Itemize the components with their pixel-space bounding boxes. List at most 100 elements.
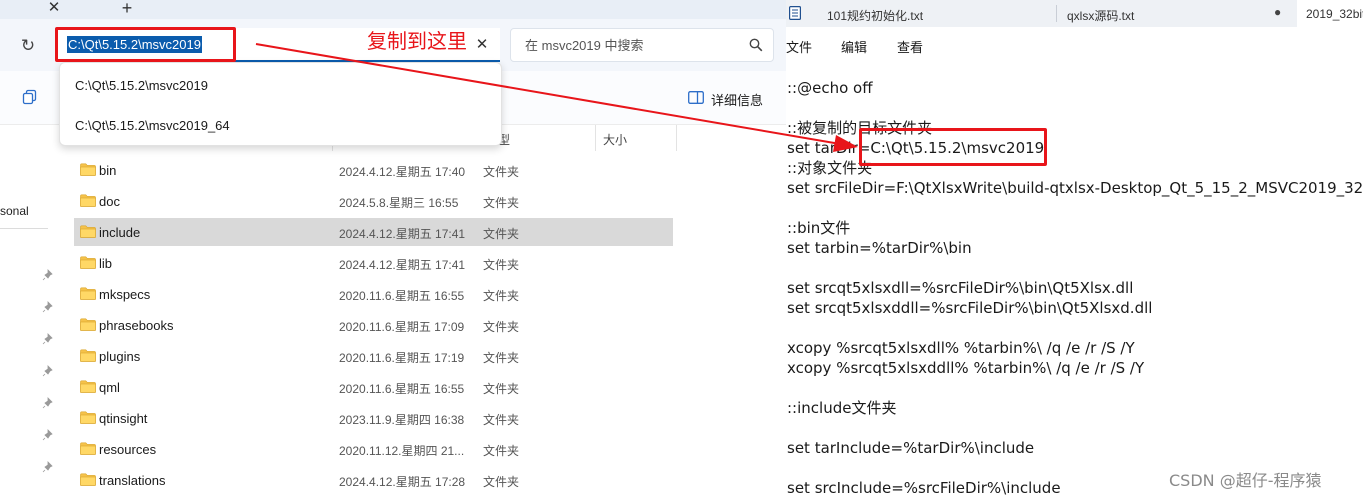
menu-edit[interactable]: 编辑: [841, 37, 867, 56]
suggestion-label: C:\Qt\5.15.2\msvc2019_64: [75, 118, 230, 133]
notepad-menu-bar: 文件 编辑 查看: [786, 27, 1363, 62]
text-line: [787, 98, 1363, 118]
search-input[interactable]: 在 msvc2019 中搜索: [510, 28, 774, 62]
refresh-icon[interactable]: ↻: [16, 36, 40, 56]
new-tab-icon[interactable]: +: [114, 0, 140, 18]
column-header-size[interactable]: 大小: [603, 131, 627, 148]
column-divider[interactable]: [595, 125, 596, 151]
file-row[interactable]: qtinsight 2023.11.9.星期四 16:38 文件夹: [74, 404, 673, 432]
pin-icon[interactable]: [42, 429, 54, 441]
file-row-date: 2020.11.6.星期五 16:55: [339, 382, 465, 396]
folder-icon: [80, 473, 96, 486]
suggestion-item[interactable]: C:\Qt\5.15.2\msvc2019_64: [60, 109, 501, 141]
nav-item-personal[interactable]: sonal: [0, 204, 29, 218]
file-row-name: qml: [99, 380, 120, 395]
file-row-date: 2024.4.12.星期五 17:40: [339, 165, 466, 179]
folder-icon: [80, 442, 96, 455]
file-row[interactable]: resources 2020.11.12.星期四 21... 文件夹: [74, 435, 673, 463]
file-row-date: 2024.4.12.星期五 17:28: [339, 475, 466, 489]
search-placeholder: 在 msvc2019 中搜索: [525, 38, 644, 53]
folder-icon: [80, 349, 96, 362]
menu-view[interactable]: 查看: [897, 37, 923, 56]
details-pane-icon: [688, 91, 704, 104]
folder-icon: [80, 411, 96, 424]
pin-icon[interactable]: [42, 397, 54, 409]
notepad-file-icon: [789, 6, 801, 20]
file-explorer-window: ✕ + ↻ C:\Qt\5.15.2\msvc2019 ✕ 在 msvc2019…: [0, 0, 786, 497]
text-line: set tarbin=%tarDir%\bin: [787, 239, 972, 257]
file-row-name: plugins: [99, 349, 141, 364]
unsaved-dot-icon[interactable]: ●: [1274, 5, 1281, 19]
notepad-tab-strip: 101规约初始化.txt qxlsx源码.txt ● 2019_32bit: [786, 0, 1363, 27]
copy-here-annotation: 复制到这里: [367, 29, 467, 53]
file-row-date: 2024.5.8.星期三 16:55: [339, 196, 459, 210]
notepad-tab-label: 101规约初始化.txt: [827, 9, 924, 23]
column-divider[interactable]: [676, 125, 677, 151]
file-row-name: lib: [99, 256, 113, 271]
file-row[interactable]: lib 2024.4.12.星期五 17:41 文件夹: [74, 249, 673, 277]
file-row-type: 文件夹: [483, 475, 520, 489]
text-line: [787, 258, 1363, 278]
file-row-type: 文件夹: [483, 196, 520, 210]
file-row-date: 2020.11.12.星期四 21...: [339, 444, 465, 458]
address-highlight-box: [55, 27, 236, 62]
file-row-date: 2023.11.9.星期四 16:38: [339, 413, 465, 427]
pin-icon[interactable]: [42, 301, 54, 313]
text-line: ::include文件夹: [787, 399, 897, 417]
file-row-type: 文件夹: [483, 320, 520, 334]
file-row-type: 文件夹: [483, 165, 520, 179]
search-icon[interactable]: [749, 38, 763, 52]
explorer-tab-strip: ✕ +: [0, 0, 786, 19]
file-row-type: 文件夹: [483, 444, 520, 458]
file-row-name: resources: [99, 442, 157, 457]
pin-icon[interactable]: [42, 365, 54, 377]
address-suggestions-dropdown: C:\Qt\5.15.2\msvc2019 C:\Qt\5.15.2\msvc2…: [59, 62, 502, 146]
file-row-date: 2020.11.6.星期五 16:55: [339, 289, 465, 303]
folder-icon: [80, 225, 96, 238]
file-row-date: 2020.11.6.星期五 17:09: [339, 320, 465, 334]
menu-file[interactable]: 文件: [786, 37, 812, 56]
folder-icon: [80, 380, 96, 393]
file-row[interactable]: translations 2024.4.12.星期五 17:28 文件夹: [74, 466, 673, 494]
notepad-tab-label: 2019_32bit: [1306, 7, 1363, 21]
file-row-name: qtinsight: [99, 411, 148, 426]
notepad-tab[interactable]: qxlsx源码.txt ●: [1057, 0, 1297, 27]
file-row-type: 文件夹: [483, 382, 520, 396]
nav-divider: [0, 228, 48, 229]
suggestion-item[interactable]: C:\Qt\5.15.2\msvc2019: [60, 69, 501, 101]
file-row[interactable]: include 2024.4.12.星期五 17:41 文件夹: [74, 218, 673, 246]
text-line: ::@echo off: [787, 79, 873, 97]
file-row-type: 文件夹: [483, 227, 520, 241]
text-line: ::bin文件: [787, 219, 851, 237]
file-row[interactable]: phrasebooks 2020.11.6.星期五 17:09 文件夹: [74, 311, 673, 339]
file-row-name: doc: [99, 194, 120, 209]
notepad-tab[interactable]: 101规约初始化.txt: [786, 0, 1056, 27]
file-row[interactable]: plugins 2020.11.6.星期五 17:19 文件夹: [74, 342, 673, 370]
navigation-pane: sonal: [0, 125, 60, 497]
file-row[interactable]: bin 2024.4.12.星期五 17:40 文件夹: [74, 156, 673, 184]
text-line: xcopy %srcqt5xlsxdll% %tarbin%\ /q /e /r…: [787, 339, 1135, 357]
pin-icon[interactable]: [42, 269, 54, 281]
notepad-tab-label: qxlsx源码.txt: [1067, 9, 1135, 23]
file-row-date: 2024.4.12.星期五 17:41: [339, 258, 466, 272]
text-line: [787, 418, 1363, 438]
text-line: [787, 318, 1363, 338]
file-row-name: bin: [99, 163, 117, 178]
file-row-name: include: [99, 225, 141, 240]
file-row-type: 文件夹: [483, 351, 520, 365]
file-row[interactable]: qml 2020.11.6.星期五 16:55 文件夹: [74, 373, 673, 401]
notepad-tab-active[interactable]: 2019_32bit: [1297, 0, 1363, 27]
folder-icon: [80, 287, 96, 300]
folder-icon: [80, 163, 96, 176]
text-line: [787, 378, 1363, 398]
file-row-name: translations: [99, 473, 166, 488]
pin-icon[interactable]: [42, 461, 54, 473]
close-tab-icon[interactable]: ✕: [42, 0, 66, 17]
file-row-type: 文件夹: [483, 258, 520, 272]
copy-icon[interactable]: [22, 89, 38, 105]
file-row[interactable]: mkspecs 2020.11.6.星期五 16:55 文件夹: [74, 280, 673, 308]
pin-icon[interactable]: [42, 333, 54, 345]
text-line: set srcqt5xlsxddll=%srcFileDir%\bin\Qt5X…: [787, 299, 1153, 317]
clear-address-icon[interactable]: ✕: [472, 35, 492, 55]
file-row[interactable]: doc 2024.5.8.星期三 16:55 文件夹: [74, 187, 673, 215]
